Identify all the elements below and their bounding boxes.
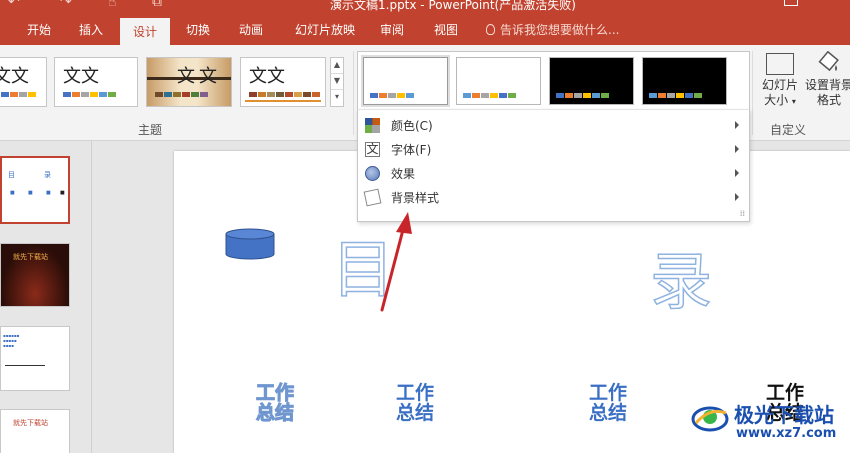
slide-size-icon (766, 53, 794, 75)
font-icon: 文 (365, 142, 380, 157)
variant-gallery (357, 51, 750, 109)
tab-transitions[interactable]: 切换 (176, 18, 220, 45)
theme-sample-text: 文文 (0, 66, 29, 87)
thumb-text: 录 (44, 171, 51, 179)
title-char-right[interactable]: 录 (649, 231, 713, 321)
watermark-title: 极光下载站 (734, 403, 834, 427)
group-label-themes: 主题 (137, 123, 162, 137)
menu-item-label: 颜色(C) (391, 119, 433, 133)
preview-icon[interactable]: ⧉ (152, 0, 162, 10)
undo-icon[interactable]: ↶ (8, 0, 20, 10)
theme-swatches (1, 92, 37, 97)
gallery-more-icon[interactable]: ▾ (331, 90, 343, 106)
wordart-text-2[interactable]: 工作总结 (394, 383, 436, 423)
theme-thumbnail[interactable]: 文文 (0, 57, 47, 107)
chevron-right-icon (735, 145, 739, 153)
watermark-logo-icon (691, 406, 729, 432)
slide-thumbnail-4[interactable]: 就先下载站 (0, 409, 70, 453)
theme-thumbnail[interactable]: 文文 (146, 57, 232, 107)
window-title: 演示文稿1.pptx - PowerPoint(产品激活失败) (330, 0, 576, 12)
wordart-text-3[interactable]: 工作总结 (587, 383, 629, 423)
format-background-label: 设置背景格式 (804, 78, 850, 107)
slide-thumbnail-pane: 目 录 ■ ■ ■ ■ 就先下载站 ▪▪▪▪▪▪ ▪▪▪▪▪ ▪▪▪▪ 就先下载站 (0, 141, 92, 453)
menu-item-label: 效果 (391, 167, 416, 181)
theme-sample-text: 文文 (63, 66, 99, 87)
tab-slideshow[interactable]: 幻灯片放映 (286, 18, 364, 45)
ribbon-tab-bar: 开始 插入 设计 切换 动画 幻灯片放映 审阅 视图 告诉我您想要做什么... (0, 18, 850, 45)
menu-item-fonts[interactable]: 文 字体(F) (358, 137, 749, 161)
slide-thumbnail-1[interactable]: 目 录 ■ ■ ■ ■ (0, 156, 70, 224)
lightbulb-icon (486, 24, 495, 35)
variant-black-2[interactable] (642, 57, 727, 105)
tell-me-search[interactable]: 告诉我您想要做什么... (486, 18, 619, 45)
wordart-text-1[interactable]: 工作总结 (254, 383, 296, 424)
gallery-up-icon[interactable]: ▲ (331, 58, 343, 74)
group-separator (353, 51, 354, 135)
tab-insert[interactable]: 插入 (70, 18, 112, 45)
menu-item-effects[interactable]: 效果 (358, 161, 749, 185)
chevron-down-icon: ▾ (791, 97, 796, 106)
tab-design[interactable]: 设计 (120, 18, 170, 45)
variant-swatches (463, 93, 517, 98)
tab-animations[interactable]: 动画 (230, 18, 272, 45)
watermark-url: www.xz7.com (736, 426, 837, 441)
thumb-decoration (5, 365, 45, 366)
thumb-decoration: ■ (10, 190, 15, 196)
chevron-right-icon (735, 193, 739, 201)
theme-sample-text: 文文 (177, 66, 221, 87)
variant-swatches (649, 93, 703, 98)
variant-black-1[interactable] (549, 57, 634, 105)
menu-item-label: 字体(F) (391, 143, 432, 157)
theme-decoration (245, 100, 321, 102)
thumb-decoration: ▪▪▪▪▪▪ ▪▪▪▪▪ ▪▪▪▪ (3, 333, 20, 348)
cylinder-shape[interactable] (225, 228, 275, 260)
slide-size-button[interactable]: 幻灯片大小 ▾ (758, 51, 802, 117)
group-label-customize: 自定义 (770, 123, 807, 137)
theme-thumbnail[interactable]: 文文 (240, 57, 326, 107)
chevron-right-icon (735, 169, 739, 177)
title-bar: ↶ ↷ ☝ ⧉ 演示文稿1.pptx - PowerPoint(产品激活失败) (0, 0, 850, 18)
thumb-decoration: ■ (28, 190, 33, 196)
tab-review[interactable]: 审阅 (372, 18, 412, 45)
gallery-down-icon[interactable]: ▼ (331, 74, 343, 90)
restore-window-icon[interactable] (784, 0, 798, 6)
red-annotation-arrow (380, 212, 412, 312)
site-watermark: 极光下载站 www.xz7.com (690, 393, 850, 453)
theme-thumbnail[interactable]: 文文 (54, 57, 138, 107)
thumb-text: 就先下载站 (13, 419, 48, 427)
thumb-decoration: ■ (60, 190, 65, 196)
variant-white-1[interactable] (363, 57, 448, 105)
color-palette-icon (365, 118, 380, 133)
group-separator (752, 51, 753, 135)
paint-bucket-icon (817, 50, 841, 75)
tab-view[interactable]: 视图 (426, 18, 466, 45)
touch-mode-icon[interactable]: ☝ (108, 0, 117, 10)
theme-swatches (63, 92, 117, 97)
theme-sample-text: 文文 (249, 66, 285, 87)
theme-gallery-scroll[interactable]: ▲ ▼ ▾ (330, 57, 344, 107)
slide-thumbnail-2[interactable]: 就先下载站 (0, 243, 70, 307)
format-background-button[interactable]: 设置背景格式 (804, 50, 850, 117)
thumb-text: 就先下载站 (13, 253, 48, 261)
redo-icon[interactable]: ↷ (60, 0, 72, 10)
tell-me-placeholder: 告诉我您想要做什么... (500, 23, 620, 37)
thumb-text: 目 (8, 171, 15, 179)
variant-white-2[interactable] (456, 57, 541, 105)
theme-swatches (249, 92, 321, 97)
thumb-decoration: ■ (46, 190, 51, 196)
tab-home[interactable]: 开始 (18, 18, 60, 45)
effects-icon (365, 166, 380, 181)
variant-swatches (370, 93, 415, 98)
variant-swatches (556, 93, 610, 98)
menu-item-colors[interactable]: 颜色(C) (358, 113, 749, 137)
slide-thumbnail-3[interactable]: ▪▪▪▪▪▪ ▪▪▪▪▪ ▪▪▪▪ (0, 326, 70, 391)
chevron-right-icon (735, 121, 739, 129)
resize-grip-icon[interactable]: ⁞⁞ (740, 209, 745, 218)
theme-swatches (155, 92, 209, 97)
